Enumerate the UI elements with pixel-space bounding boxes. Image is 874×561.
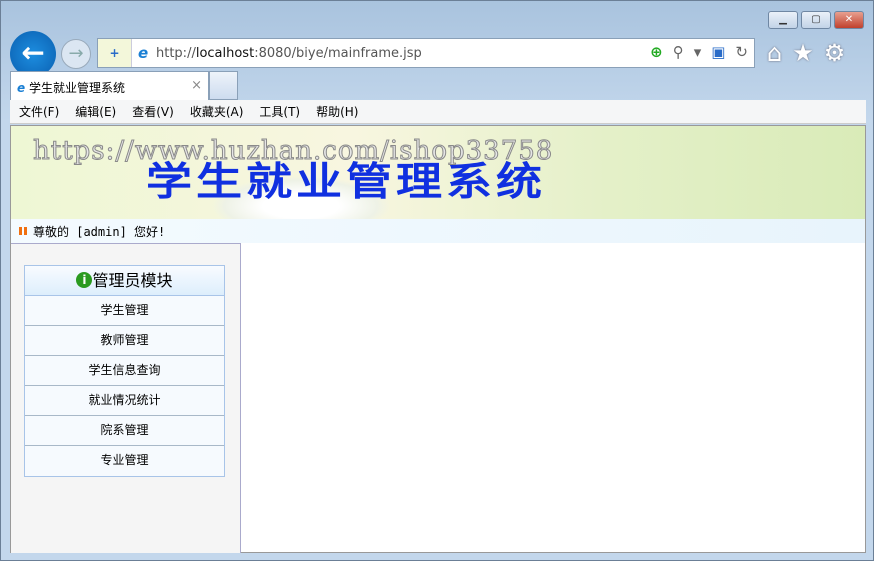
sidebar-item-teacher-management[interactable]: 教师管理 (25, 326, 224, 356)
favorites-star-icon[interactable]: ★ (792, 39, 814, 67)
greeting-bar: 尊敬的 [admin] 您好! (11, 219, 865, 243)
ie-icon: e (17, 81, 26, 95)
admin-module: i 管理员模块 学生管理 教师管理 学生信息查询 就业情况统计 院系管理 专业管理 (24, 265, 225, 477)
menu-help[interactable]: 帮助(H) (316, 103, 358, 120)
url-rest: :8080/biye/mainframe.jsp (254, 46, 422, 61)
sidebar-item-employment-stats[interactable]: 就业情况统计 (25, 386, 224, 416)
menu-edit[interactable]: 编辑(E) (75, 103, 116, 120)
sidebar-item-major-management[interactable]: 专业管理 (25, 446, 224, 476)
module-header: i 管理员模块 (25, 266, 224, 296)
gear-icon[interactable]: ⚙ (824, 39, 846, 67)
new-tab-button[interactable] (209, 71, 238, 100)
compat-view-icon[interactable]: ▣ (711, 43, 725, 61)
watermark: https://www.huzhan.com/ishop33758 (32, 136, 554, 167)
close-button[interactable]: ✕ (834, 11, 864, 29)
addon-icon[interactable]: ⊕ (650, 43, 663, 61)
shield-icon[interactable]: + (98, 39, 132, 67)
module-title: 管理员模块 (92, 271, 173, 290)
menu-favorites[interactable]: 收藏夹(A) (190, 103, 244, 120)
url-input[interactable]: http://localhost:8080/biye/mainframe.jsp (156, 46, 422, 61)
menu-view[interactable]: 查看(V) (132, 103, 174, 120)
ie-icon: e (138, 44, 149, 62)
url-host: localhost (195, 46, 255, 61)
page-content: 学生就业管理系统 https://www.huzhan.com/ishop337… (10, 125, 866, 553)
sidebar-item-student-info-query[interactable]: 学生信息查询 (25, 356, 224, 386)
dropdown-icon[interactable]: ▾ (694, 43, 702, 61)
browser-window: ▁ ▢ ✕ ← → + e http://localhost:8080/biye… (0, 0, 874, 561)
tab-active[interactable]: e 学生就业管理系统 × (10, 71, 209, 100)
sidebar: i 管理员模块 学生管理 教师管理 学生信息查询 就业情况统计 院系管理 专业管理 (11, 243, 241, 553)
tab-title: 学生就业管理系统 (28, 81, 125, 95)
forward-button[interactable]: → (61, 39, 91, 69)
home-icon[interactable]: ⌂ (767, 39, 782, 67)
menu-bar: 文件(F) 编辑(E) 查看(V) 收藏夹(A) 工具(T) 帮助(H) (10, 100, 866, 124)
sidebar-item-department-management[interactable]: 院系管理 (25, 416, 224, 446)
bullet-icon (19, 227, 27, 235)
search-icon[interactable]: ⚲ (673, 43, 684, 61)
menu-tools[interactable]: 工具(T) (259, 103, 300, 120)
menu-file[interactable]: 文件(F) (19, 103, 59, 120)
sidebar-item-student-management[interactable]: 学生管理 (25, 296, 224, 326)
refresh-icon[interactable]: ↻ (735, 43, 748, 61)
url-prefix: http:// (156, 46, 196, 61)
maximize-button[interactable]: ▢ (801, 11, 831, 29)
address-bar[interactable]: + e http://localhost:8080/biye/mainframe… (97, 38, 755, 68)
banner: 学生就业管理系统 https://www.huzhan.com/ishop337… (11, 126, 865, 219)
info-icon: i (76, 272, 93, 288)
greeting-text: 尊敬的 [admin] 您好! (33, 224, 166, 239)
tab-close-icon[interactable]: × (191, 78, 202, 93)
minimize-button[interactable]: ▁ (768, 11, 798, 29)
